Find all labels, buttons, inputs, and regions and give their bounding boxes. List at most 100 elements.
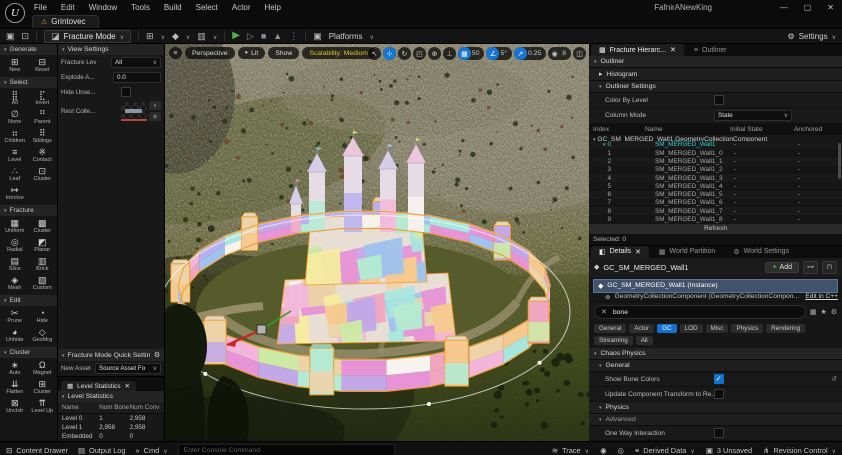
level-statistics-tab[interactable]: ▦ Level Statistics ✕ xyxy=(61,381,136,391)
asset-dropdown-button[interactable]: ∨ xyxy=(149,101,161,110)
column-header[interactable]: Name xyxy=(62,404,99,411)
close-icon[interactable]: ✕ xyxy=(670,46,676,54)
tool-button[interactable]: ⊡Cluster xyxy=(29,166,57,182)
view-settings-header[interactable]: View Settings xyxy=(58,44,164,55)
stop-button[interactable]: ■ xyxy=(261,32,266,41)
hierarchy-row[interactable]: 5SM_MERGED_Wall1_4-- xyxy=(589,182,842,190)
tool-button[interactable]: ◎Radial xyxy=(1,237,29,253)
platforms-icon[interactable]: ▣ xyxy=(313,32,322,41)
explode-amount-input[interactable] xyxy=(113,72,161,83)
section-fracture-header[interactable]: Fracture xyxy=(0,205,57,216)
hierarchy-row[interactable]: 8SM_MERGED_Wall1_7-- xyxy=(589,207,842,215)
scrollbar[interactable] xyxy=(838,143,841,179)
perspective-dropdown[interactable]: Perspective xyxy=(185,47,235,59)
section-edit-header[interactable]: Edit xyxy=(0,295,57,306)
instance-row[interactable]: ◆ GC_SM_MERGED_Wall1 (Instance) xyxy=(593,279,838,293)
tool-button[interactable]: ⠶Children xyxy=(1,128,29,144)
clear-search-icon[interactable]: ✕ xyxy=(601,308,607,316)
trace-snapshot-icon[interactable]: ◉ xyxy=(600,446,606,455)
unreal-logo-icon[interactable]: U xyxy=(5,3,25,23)
show-dropdown[interactable]: Show xyxy=(268,47,299,59)
tool-button[interactable]: ⇈Level Up xyxy=(29,398,57,414)
column-header[interactable]: Initial State xyxy=(730,126,794,133)
component-row[interactable]: ⊚ GeometryCollectionComponent (GeometryC… xyxy=(589,293,842,302)
tool-button[interactable]: ▧Custom xyxy=(29,275,57,291)
quick-settings-header[interactable]: Fracture Mode Quick Settin xyxy=(58,349,164,361)
section-generate-header[interactable]: Generate xyxy=(0,44,57,55)
details-tab[interactable]: ◧ Details ✕ xyxy=(591,246,649,258)
tool-button[interactable]: ⊠Unclstr xyxy=(1,398,29,414)
play-options-kebab-icon[interactable]: ⋮ xyxy=(289,32,298,41)
display-options-icon[interactable]: ▦ xyxy=(810,308,817,316)
viewport-tool-chip[interactable]: ↖ xyxy=(368,47,381,60)
revision-control-dropdown[interactable]: ⋔ Revision Control xyxy=(763,446,836,455)
cmd-dropdown[interactable]: » Cmd xyxy=(136,446,168,455)
blueprints-icon[interactable]: ◆ xyxy=(172,32,179,41)
hierarchy-row[interactable]: 0SM_MERGED_Wall1-- xyxy=(589,141,842,149)
reset-to-default-icon[interactable] xyxy=(831,375,837,383)
minimize-button[interactable]: — xyxy=(780,3,788,12)
menu-item[interactable]: Help xyxy=(265,3,281,12)
filter-chip[interactable]: Physics xyxy=(731,324,763,333)
close-icon[interactable]: ✕ xyxy=(125,382,130,390)
viewport-tool-chip[interactable]: ↗0.25 xyxy=(514,47,546,60)
trace-screenshot-icon[interactable]: ◎ xyxy=(618,446,624,455)
menu-item[interactable]: Select xyxy=(196,3,218,12)
world-settings-tab[interactable]: ⚙ World Settings xyxy=(725,246,797,258)
show-bone-colors-checkbox[interactable] xyxy=(714,374,724,384)
viewport-tool-chip[interactable]: ◰ xyxy=(413,47,426,60)
tool-button[interactable]: ▥Brick xyxy=(29,256,57,272)
tool-button[interactable]: ≡Level xyxy=(1,147,29,163)
column-header[interactable]: Num Conv xyxy=(130,404,160,411)
menu-item[interactable]: File xyxy=(34,3,47,12)
column-mode-dropdown[interactable]: State xyxy=(714,110,792,121)
search-box[interactable]: ✕ xyxy=(594,305,806,319)
viewport-tool-chip[interactable]: ↻ xyxy=(398,47,411,60)
tool-button[interactable]: ✂Prune xyxy=(1,308,29,324)
unsaved-button[interactable]: ▣ 3 Unsaved xyxy=(706,446,752,455)
viewport-tool-chip[interactable]: ∠5° xyxy=(486,47,512,60)
viewport-tool-chip[interactable]: ◫ xyxy=(573,47,586,60)
filter-chip[interactable]: GC xyxy=(657,324,676,333)
fracture-hierarchy-tab[interactable]: ▩ Fracture Hierarc... ✕ xyxy=(591,44,684,56)
tool-button[interactable]: ◔Hide xyxy=(29,308,57,324)
tool-button[interactable]: ∅None xyxy=(1,109,29,125)
menu-item[interactable]: Window xyxy=(89,3,117,12)
outliner-settings-header[interactable]: Outliner Settings xyxy=(589,81,842,93)
add-component-button[interactable]: + Add xyxy=(765,262,799,273)
tool-button[interactable]: ⊞Cluster xyxy=(29,379,57,395)
eject-button[interactable]: ▲ xyxy=(273,32,282,41)
tool-button[interactable]: ◈Mesh xyxy=(1,275,29,291)
hierarchy-row[interactable]: 7SM_MERGED_Wall1_6-- xyxy=(589,199,842,207)
outliner-section-header[interactable]: Outliner xyxy=(589,56,842,68)
section-cluster-header[interactable]: Cluster xyxy=(0,347,57,358)
viewport-menu-button[interactable] xyxy=(169,47,182,59)
settings-gear-icon[interactable] xyxy=(831,308,837,316)
new-asset-dropdown[interactable]: Source Asset Fo xyxy=(95,363,161,374)
search-input[interactable] xyxy=(611,308,799,317)
hierarchy-row[interactable]: 3SM_MERGED_Wall1_2-- xyxy=(589,166,842,174)
frame-skip-button[interactable]: ▷ xyxy=(247,32,254,41)
console-command-input[interactable] xyxy=(178,444,395,455)
tool-button[interactable]: ◩Planar xyxy=(29,237,57,253)
content-drawer-button[interactable]: ⊟ Content Drawer xyxy=(6,446,68,455)
favorites-star-icon[interactable]: ★ xyxy=(820,308,826,316)
hierarchy-row[interactable]: 1SM_MERGED_Wall1_0-- xyxy=(589,149,842,157)
viewport-tool-chip[interactable]: ⊹ xyxy=(383,47,396,60)
viewport-scene[interactable] xyxy=(165,44,589,441)
column-header[interactable]: Index xyxy=(593,126,645,133)
hierarchy-row[interactable]: 2SM_MERGED_Wall1_1-- xyxy=(589,157,842,165)
use-selected-asset-button[interactable]: ⊕ xyxy=(149,112,161,121)
column-header[interactable]: Name xyxy=(645,126,730,133)
viewport-tool-chip[interactable]: ◉8 xyxy=(548,47,571,60)
browse-content-icon[interactable]: ⊡ xyxy=(22,32,30,41)
tool-button[interactable]: ▤Slice xyxy=(1,256,29,272)
general-header[interactable]: General xyxy=(589,360,842,372)
tool-button[interactable]: ▩Cluster xyxy=(29,218,57,234)
filter-chip[interactable]: All xyxy=(636,336,653,345)
tool-button[interactable]: ∴Leaf xyxy=(1,166,29,182)
tool-button[interactable]: ⣏Invert xyxy=(29,90,57,106)
convert-to-blueprint-button[interactable]: ⊶ xyxy=(803,261,818,274)
hierarchy-row[interactable]: 9SM_MERGED_Wall1_8-- xyxy=(589,215,842,223)
tool-button[interactable]: ⣿All xyxy=(1,90,29,106)
